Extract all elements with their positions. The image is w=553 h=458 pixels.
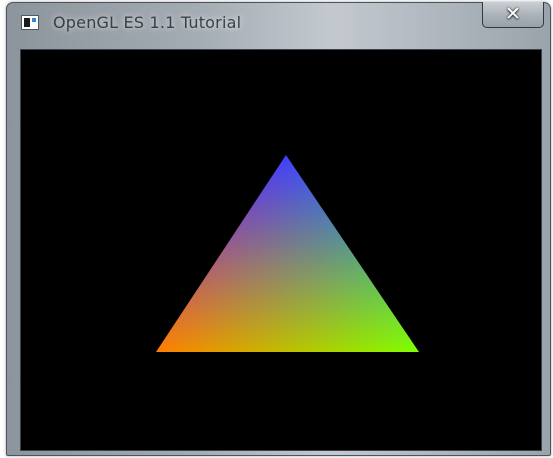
- window-title: OpenGL ES 1.1 Tutorial: [53, 13, 242, 32]
- render-surface: [156, 155, 419, 352]
- opengl-render-canvas: [20, 49, 542, 451]
- title-bar[interactable]: OpenGL ES 1.1 Tutorial ✕: [7, 2, 550, 43]
- close-button[interactable]: ✕: [482, 2, 544, 28]
- triangle-blue-layer: [156, 155, 419, 352]
- app-window: OpenGL ES 1.1 Tutorial ✕: [6, 2, 551, 456]
- close-icon: ✕: [505, 3, 521, 25]
- app-window-icon: [21, 15, 39, 30]
